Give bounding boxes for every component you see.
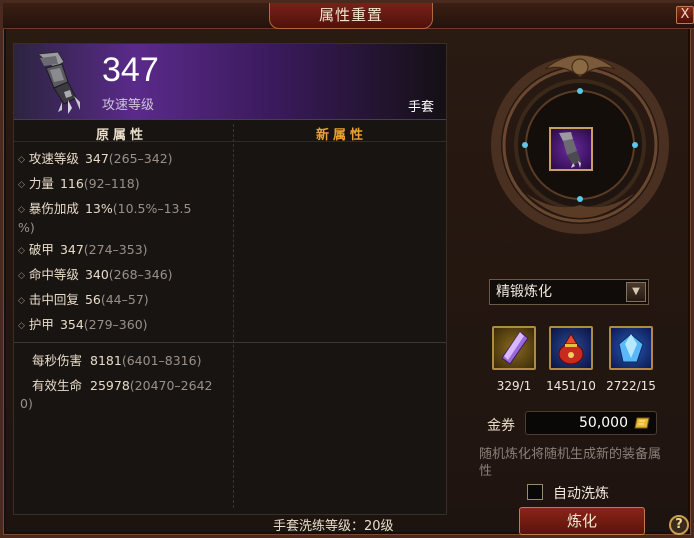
stat-range: (268–346) bbox=[108, 267, 173, 282]
refine-button[interactable]: 炼化 bbox=[519, 507, 645, 535]
summary-range: (20470–2642 bbox=[129, 378, 213, 393]
stat-row: ◇ 攻速等级 347(265–342) bbox=[18, 150, 230, 169]
stat-range: (265–342) bbox=[108, 151, 173, 166]
stat-value: 347 bbox=[84, 151, 109, 166]
window-title: 属性重置 bbox=[269, 3, 433, 29]
bullet-icon: ◇ bbox=[18, 155, 25, 165]
item-type: 手套 bbox=[407, 100, 434, 115]
material-slot-crystal[interactable] bbox=[492, 326, 536, 370]
bullet-icon: ◇ bbox=[18, 321, 25, 331]
original-attributes-header: 原属性 bbox=[96, 128, 148, 143]
stat-row: ◇ 暴伤加成 13%(10.5%–13.5%) bbox=[18, 200, 230, 237]
column-headers: 原属性 新属性 bbox=[14, 122, 446, 143]
red-bag-icon bbox=[558, 333, 584, 365]
stat-row: ◇ 力量 116(92–118) bbox=[18, 175, 230, 194]
item-stat-name: 攻速等级 bbox=[102, 98, 155, 113]
stat-name: 攻速等级 bbox=[28, 151, 79, 166]
stat-range-continued: %) bbox=[18, 220, 35, 235]
summary-row: 每秒伤害 8181(6401–8316) bbox=[32, 352, 232, 370]
gold-value: 50,000 bbox=[579, 415, 628, 431]
stat-value: 347 bbox=[59, 242, 84, 257]
gauntlet-icon bbox=[559, 132, 581, 168]
stat-row: ◇ 破甲 347(274–353) bbox=[18, 241, 230, 260]
stat-row: ◇ 击中回复 56(44–57) bbox=[18, 291, 230, 310]
stat-name: 命中等级 bbox=[28, 267, 79, 282]
summary-name: 每秒伤害 bbox=[32, 353, 83, 368]
stat-value: 56 bbox=[84, 292, 101, 307]
stat-range: (92–118) bbox=[83, 176, 140, 191]
summary-value: 8181 bbox=[90, 353, 122, 368]
auto-refine-label: 自动洗炼 bbox=[553, 486, 609, 502]
attribute-panel: 347 攻速等级 手套 原属性 新属性 ◇ 攻速等级 347(265–342) ◇ 力… bbox=[13, 43, 447, 515]
summary-divider bbox=[14, 342, 446, 343]
stat-name: 护甲 bbox=[28, 317, 54, 332]
title-bar: 属性重置 X bbox=[3, 3, 694, 29]
stat-name: 力量 bbox=[28, 176, 54, 191]
stat-name: 暴伤加成 bbox=[28, 201, 79, 216]
refine-level-text: 手套洗练等级：20级 bbox=[273, 519, 394, 534]
summary-row: 有效生命 25978(20470–2642 0) bbox=[20, 377, 232, 413]
material-count: 2722/15 bbox=[606, 379, 656, 393]
attribute-reset-window: 属性重置 X 347 攻速等级 手套 原属性 新属性 ◇ 攻速等级 347(26… bbox=[0, 0, 694, 538]
refine-mode-select[interactable]: 精锻炼化 ▼ bbox=[489, 279, 649, 305]
stat-value: 13% bbox=[84, 201, 113, 216]
stat-row: ◇ 护甲 354(279–360) bbox=[18, 316, 230, 335]
stat-name: 击中回复 bbox=[28, 292, 79, 307]
stat-range: (10.5%–13.5 bbox=[112, 201, 192, 216]
stat-value: 354 bbox=[59, 317, 84, 332]
stat-range: (44–57) bbox=[100, 292, 149, 307]
bullet-icon: ◇ bbox=[18, 180, 25, 190]
stat-range: (274–353) bbox=[83, 242, 148, 257]
gold-label: 金券 bbox=[487, 418, 515, 434]
column-divider bbox=[233, 124, 234, 508]
refine-mode-value: 精锻炼化 bbox=[496, 284, 552, 300]
blue-gem-icon bbox=[618, 333, 644, 363]
bullet-icon: ◇ bbox=[18, 246, 25, 256]
chevron-down-icon[interactable]: ▼ bbox=[626, 282, 646, 302]
stat-range: (279–360) bbox=[83, 317, 148, 332]
new-attributes-header: 新属性 bbox=[316, 128, 368, 143]
stat-value: 116 bbox=[59, 176, 84, 191]
summary-range: (6401–8316) bbox=[121, 353, 202, 368]
gold-balance: 50,000 bbox=[525, 411, 657, 435]
help-button[interactable]: ? bbox=[669, 515, 689, 535]
purple-crystal-icon bbox=[501, 331, 529, 365]
bullet-icon: ◇ bbox=[18, 271, 25, 281]
stat-name: 破甲 bbox=[28, 242, 54, 257]
stat-value: 340 bbox=[84, 267, 109, 282]
equipped-item-slot[interactable] bbox=[549, 127, 593, 171]
summary-name: 有效生命 bbox=[32, 378, 83, 393]
close-button[interactable]: X bbox=[676, 6, 694, 24]
item-header: 347 攻速等级 手套 bbox=[14, 44, 446, 120]
bullet-icon: ◇ bbox=[18, 205, 25, 215]
material-slot-gem[interactable] bbox=[609, 326, 653, 370]
gauntlet-icon bbox=[36, 51, 80, 114]
refine-hint: 随机炼化将随机生成新的装备属性 bbox=[479, 447, 662, 479]
material-slot-bag[interactable] bbox=[549, 326, 593, 370]
auto-refine-checkbox[interactable] bbox=[527, 484, 543, 500]
summary-value: 25978 bbox=[90, 378, 130, 393]
item-stat-value: 347 bbox=[102, 51, 159, 89]
bullet-icon: ◇ bbox=[18, 296, 25, 306]
summary-range-continued: 0) bbox=[20, 396, 33, 411]
stat-row: ◇ 命中等级 340(268–346) bbox=[18, 266, 230, 285]
gold-coupon-icon bbox=[634, 417, 650, 429]
